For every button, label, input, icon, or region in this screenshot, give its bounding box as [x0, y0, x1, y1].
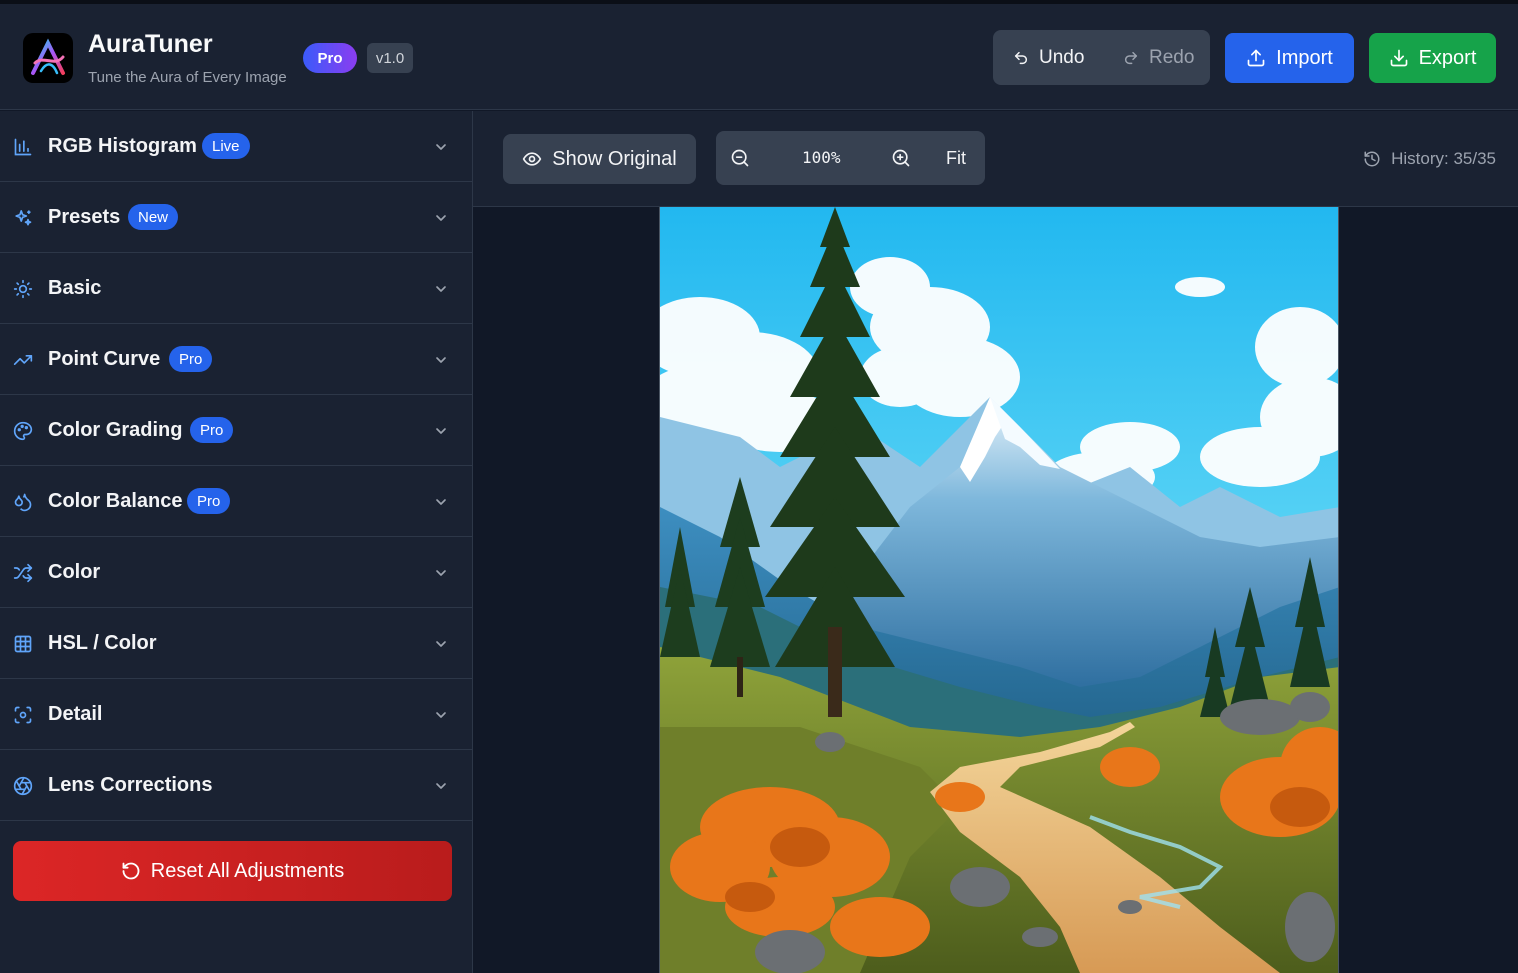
panel-badge: Pro — [190, 417, 234, 443]
image-canvas[interactable] — [659, 207, 1339, 973]
zoom-level: 100% — [802, 148, 841, 167]
viewer-toolbar: Show Original 100% Fit History: 35/35 — [473, 111, 1518, 207]
trending-up-icon — [13, 355, 33, 365]
shuffle-icon — [13, 563, 33, 583]
panel-label: Presets — [48, 205, 121, 228]
panel-label: Detail — [48, 702, 103, 725]
chevron-down-icon — [436, 215, 446, 221]
redo-button[interactable]: Redo — [1123, 30, 1194, 85]
upload-icon — [1247, 49, 1265, 67]
sun-icon — [13, 279, 33, 299]
chevron-down-icon — [436, 712, 446, 718]
landscape-image — [660, 207, 1338, 973]
zoom-controls: 100% Fit — [716, 131, 985, 185]
chevron-down-icon — [436, 144, 446, 150]
app-header: AuraTuner Tune the Aura of Every Image P… — [0, 4, 1518, 110]
panel-badge: Pro — [187, 488, 231, 514]
sparkles-icon — [15, 210, 32, 226]
chevron-down-icon — [436, 499, 446, 505]
redo-label: Redo — [1149, 46, 1195, 68]
history-label: History: 35/35 — [1391, 149, 1496, 168]
zoom-in-icon[interactable] — [891, 148, 911, 168]
chevron-down-icon — [436, 783, 446, 789]
show-original-button[interactable]: Show Original — [503, 134, 696, 184]
undo-icon — [1014, 51, 1028, 64]
chevron-down-icon — [436, 286, 446, 292]
adjustments-sidebar: RGB Histogram Live Presets New Basic Poi… — [0, 111, 473, 973]
import-label: Import — [1276, 46, 1333, 69]
redo-icon — [1124, 51, 1138, 64]
panel-label: Color Grading — [48, 418, 183, 441]
panel-label: Point Curve — [48, 347, 161, 370]
app-title: AuraTuner — [88, 30, 213, 58]
eye-icon — [522, 152, 542, 166]
panel-label: Basic — [48, 276, 102, 299]
panel-detail[interactable]: Detail — [0, 679, 472, 750]
app-subtitle: Tune the Aura of Every Image — [88, 69, 287, 86]
panel-badge: Pro — [169, 346, 213, 372]
panel-label: Color Balance — [48, 489, 183, 512]
history-counter: History: 35/35 — [1363, 149, 1496, 169]
zoom-out-icon[interactable] — [730, 148, 750, 168]
rotate-ccw-icon — [122, 862, 140, 880]
focus-icon — [14, 706, 32, 724]
chevron-down-icon — [436, 641, 446, 647]
import-button[interactable]: Import — [1225, 33, 1354, 83]
export-button[interactable]: Export — [1369, 33, 1496, 83]
pro-badge: Pro — [303, 43, 357, 73]
fit-button[interactable]: Fit — [946, 148, 966, 169]
history-icon — [1364, 151, 1380, 167]
panel-rgb-histogram[interactable]: RGB Histogram Live — [0, 111, 472, 182]
reset-all-button[interactable]: Reset All Adjustments — [13, 841, 452, 901]
palette-icon — [13, 421, 33, 441]
app-logo — [23, 33, 73, 83]
panel-label: RGB Histogram — [48, 134, 197, 157]
version-badge: v1.0 — [367, 43, 413, 73]
aperture-icon — [13, 776, 33, 796]
droplets-icon — [14, 493, 32, 512]
panel-label: Color — [48, 560, 101, 583]
panel-badge: Live — [202, 133, 250, 159]
panel-hsl-color[interactable]: HSL / Color — [0, 608, 472, 679]
panel-color-balance[interactable]: Color Balance Pro — [0, 466, 472, 537]
panel-label: HSL / Color — [48, 631, 157, 654]
grid-icon — [14, 635, 32, 653]
undo-label: Undo — [1039, 46, 1085, 68]
panel-point-curve[interactable]: Point Curve Pro — [0, 324, 472, 395]
panel-basic[interactable]: Basic — [0, 253, 472, 324]
panel-color[interactable]: Color — [0, 537, 472, 608]
panel-lens-corrections[interactable]: Lens Corrections — [0, 750, 472, 821]
panel-label: Lens Corrections — [48, 773, 213, 796]
download-icon — [1390, 49, 1407, 67]
undo-button[interactable]: Undo — [1013, 30, 1084, 85]
chevron-down-icon — [436, 570, 446, 576]
show-original-label: Show Original — [552, 147, 677, 170]
chevron-down-icon — [436, 428, 446, 434]
reset-label: Reset All Adjustments — [150, 859, 345, 882]
history-button-group: Undo Redo — [993, 30, 1210, 85]
panel-presets[interactable]: Presets New — [0, 182, 472, 253]
export-label: Export — [1418, 46, 1477, 69]
panel-badge: New — [128, 204, 179, 230]
bar-chart-icon — [14, 138, 32, 156]
chevron-down-icon — [436, 357, 446, 363]
panel-color-grading[interactable]: Color Grading Pro — [0, 395, 472, 466]
viewer-area: Show Original 100% Fit History: 35/35 — [473, 111, 1518, 973]
